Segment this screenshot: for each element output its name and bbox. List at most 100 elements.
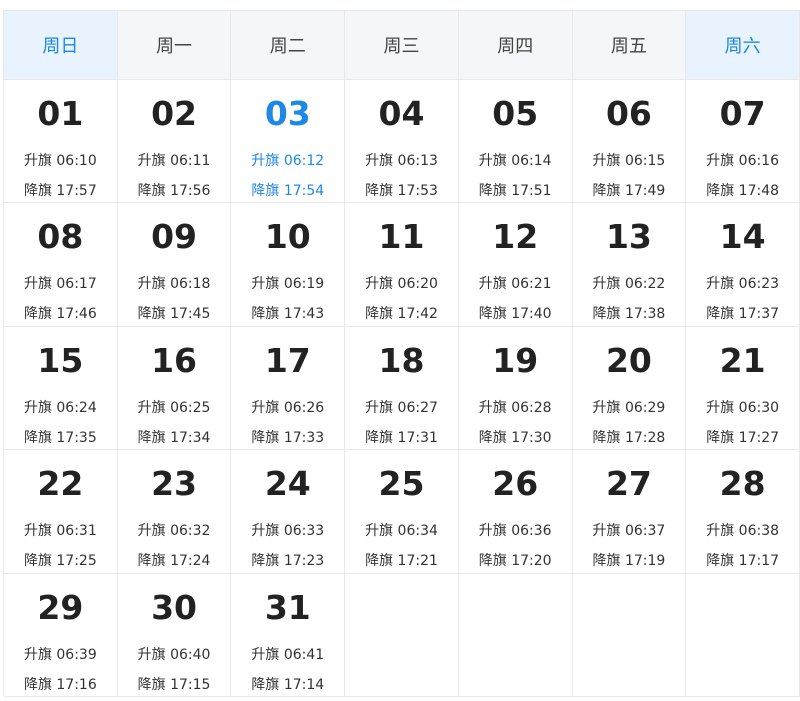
day-cell[interactable]: 25 升旗 06:34 降旗 17:21 <box>345 450 459 574</box>
flag-raise-time: 升旗 06:41 <box>251 646 325 663</box>
day-cell[interactable]: 28 升旗 06:38 降旗 17:17 <box>686 450 800 574</box>
day-cell[interactable]: 07 升旗 06:16 降旗 17:48 <box>686 80 800 204</box>
day-number: 12 <box>492 217 539 257</box>
day-number: 01 <box>37 94 84 133</box>
day-cell[interactable]: 27 升旗 06:37 降旗 17:19 <box>572 450 687 574</box>
weekday-header-sun: 周日 <box>4 11 118 80</box>
day-number: 30 <box>151 587 198 627</box>
day-cell[interactable]: 30 升旗 06:40 降旗 17:15 <box>117 573 232 697</box>
flag-lower-time: 降旗 17:57 <box>23 183 97 199</box>
day-cell[interactable]: 19 升旗 06:28 降旗 17:30 <box>458 326 573 451</box>
flag-ceremony-calendar: 周日 周一 周二 周三 周四 周五 周六 01 升旗 06:10 降旗 17:5… <box>3 10 800 697</box>
day-cell[interactable]: 14 升旗 06:23 降旗 17:37 <box>686 203 800 327</box>
weekday-header-sat: 周六 <box>686 11 800 80</box>
empty-day-cell <box>572 573 687 697</box>
day-number: 24 <box>264 464 311 504</box>
day-cell[interactable]: 29 升旗 06:39 降旗 17:16 <box>4 573 118 697</box>
day-cell[interactable]: 17 升旗 06:26 降旗 17:33 <box>231 326 346 451</box>
flag-raise-time: 升旗 06:37 <box>592 523 666 540</box>
day-number: 19 <box>492 340 539 380</box>
flag-raise-time: 升旗 06:17 <box>23 276 97 293</box>
flag-raise-time: 升旗 06:13 <box>365 153 438 169</box>
day-cell-today[interactable]: 03 升旗 06:12 降旗 17:54 <box>231 80 346 204</box>
day-cell[interactable]: 16 升旗 06:25 降旗 17:34 <box>117 326 232 451</box>
flag-lower-time: 降旗 17:33 <box>251 429 325 446</box>
flag-lower-time: 降旗 17:17 <box>706 553 780 570</box>
flag-raise-time: 升旗 06:16 <box>706 153 780 169</box>
flag-lower-time: 降旗 17:51 <box>478 183 552 199</box>
day-number: 18 <box>378 340 425 380</box>
flag-lower-time: 降旗 17:21 <box>365 553 438 570</box>
flag-raise-time: 升旗 06:19 <box>251 276 325 293</box>
day-cell[interactable]: 12 升旗 06:21 降旗 17:40 <box>458 203 573 327</box>
day-cell[interactable]: 18 升旗 06:27 降旗 17:31 <box>345 326 459 451</box>
day-cell[interactable]: 11 升旗 06:20 降旗 17:42 <box>345 203 459 327</box>
day-number: 06 <box>605 94 652 133</box>
day-number: 09 <box>151 217 198 257</box>
day-cell[interactable]: 08 升旗 06:17 降旗 17:46 <box>4 203 118 327</box>
flag-raise-time: 升旗 06:34 <box>365 523 438 540</box>
empty-day-cell <box>458 573 573 697</box>
day-number: 07 <box>719 94 766 133</box>
flag-lower-time: 降旗 17:14 <box>251 676 325 693</box>
flag-raise-time: 升旗 06:14 <box>478 153 552 169</box>
flag-lower-time: 降旗 17:15 <box>137 676 211 693</box>
day-number: 16 <box>151 340 198 380</box>
flag-raise-time: 升旗 06:39 <box>23 646 97 663</box>
day-cell[interactable]: 06 升旗 06:15 降旗 17:49 <box>572 80 687 204</box>
flag-raise-time: 升旗 06:32 <box>137 523 211 540</box>
day-cell[interactable]: 20 升旗 06:29 降旗 17:28 <box>572 326 687 451</box>
day-number: 08 <box>37 217 84 257</box>
day-number: 03 <box>264 94 311 133</box>
day-number: 29 <box>37 587 84 627</box>
day-cell[interactable]: 26 升旗 06:36 降旗 17:20 <box>458 450 573 574</box>
flag-lower-time: 降旗 17:24 <box>137 553 211 570</box>
flag-raise-time: 升旗 06:18 <box>137 276 211 293</box>
day-cell[interactable]: 31 升旗 06:41 降旗 17:14 <box>231 573 346 697</box>
day-cell[interactable]: 02 升旗 06:11 降旗 17:56 <box>117 80 232 204</box>
day-number: 28 <box>719 464 766 504</box>
flag-raise-time: 升旗 06:11 <box>137 153 211 169</box>
day-number: 31 <box>264 587 311 627</box>
day-cell[interactable]: 09 升旗 06:18 降旗 17:45 <box>117 203 232 327</box>
flag-raise-time: 升旗 06:28 <box>478 399 552 416</box>
weekday-header-tue: 周二 <box>231 11 346 80</box>
day-number: 20 <box>605 340 652 380</box>
day-cell[interactable]: 22 升旗 06:31 降旗 17:25 <box>4 450 118 574</box>
empty-day-cell <box>686 573 800 697</box>
day-cell[interactable]: 10 升旗 06:19 降旗 17:43 <box>231 203 346 327</box>
flag-raise-time: 升旗 06:33 <box>251 523 325 540</box>
day-cell[interactable]: 21 升旗 06:30 降旗 17:27 <box>686 326 800 451</box>
flag-lower-time: 降旗 17:30 <box>478 429 552 446</box>
day-cell[interactable]: 23 升旗 06:32 降旗 17:24 <box>117 450 232 574</box>
day-number: 14 <box>719 217 766 257</box>
flag-lower-time: 降旗 17:25 <box>23 553 97 570</box>
flag-lower-time: 降旗 17:40 <box>478 306 552 323</box>
day-cell[interactable]: 05 升旗 06:14 降旗 17:51 <box>458 80 573 204</box>
flag-lower-time: 降旗 17:27 <box>706 429 780 446</box>
flag-lower-time: 降旗 17:53 <box>365 183 438 199</box>
day-cell[interactable]: 13 升旗 06:22 降旗 17:38 <box>572 203 687 327</box>
day-cell[interactable]: 24 升旗 06:33 降旗 17:23 <box>231 450 346 574</box>
flag-raise-time: 升旗 06:29 <box>592 399 666 416</box>
flag-lower-time: 降旗 17:45 <box>137 306 211 323</box>
flag-lower-time: 降旗 17:34 <box>137 429 211 446</box>
flag-raise-time: 升旗 06:38 <box>706 523 780 540</box>
day-number: 17 <box>264 340 311 380</box>
flag-lower-time: 降旗 17:31 <box>365 429 438 446</box>
flag-raise-time: 升旗 06:36 <box>478 523 552 540</box>
flag-raise-time: 升旗 06:21 <box>478 276 552 293</box>
day-number: 26 <box>492 464 539 504</box>
day-number: 21 <box>719 340 766 380</box>
day-number: 10 <box>264 217 311 257</box>
flag-raise-time: 升旗 06:40 <box>137 646 211 663</box>
flag-lower-time: 降旗 17:56 <box>137 183 211 199</box>
day-cell[interactable]: 04 升旗 06:13 降旗 17:53 <box>345 80 459 204</box>
day-number: 04 <box>378 94 425 133</box>
day-number: 27 <box>605 464 652 504</box>
weekday-header-wed: 周三 <box>345 11 459 80</box>
day-cell[interactable]: 01 升旗 06:10 降旗 17:57 <box>4 80 118 204</box>
flag-lower-time: 降旗 17:20 <box>478 553 552 570</box>
day-cell[interactable]: 15 升旗 06:24 降旗 17:35 <box>4 326 118 451</box>
flag-raise-time: 升旗 06:10 <box>23 153 97 169</box>
